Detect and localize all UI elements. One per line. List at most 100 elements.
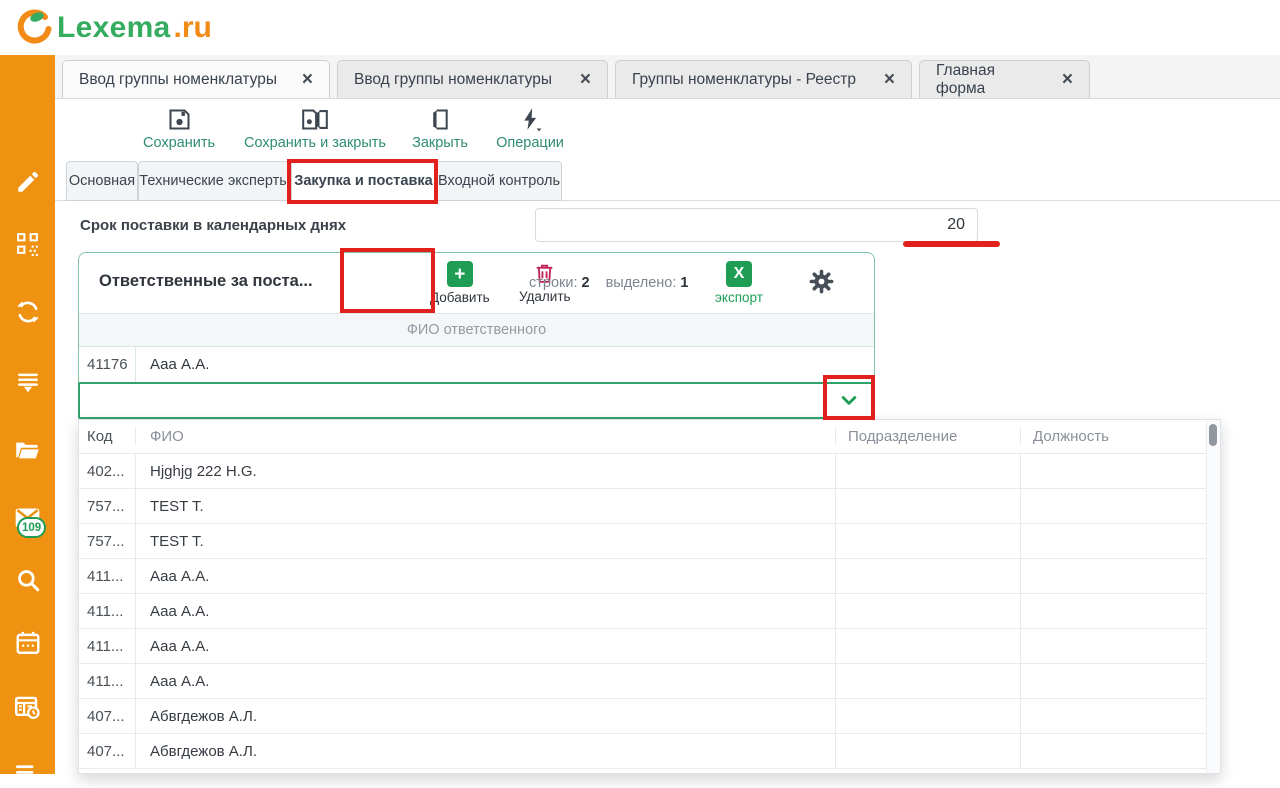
brand-name: Lexema (57, 11, 171, 45)
close-icon[interactable]: × (884, 70, 895, 89)
brand-suffix: .ru (174, 11, 212, 45)
cell-name: Hjghjg 222 H.G. (136, 454, 836, 488)
plus-icon: + (447, 261, 473, 287)
save-and-close-label: Сохранить и закрыть (244, 135, 386, 151)
sidebar-item-report[interactable] (0, 692, 55, 722)
lexema-logo-icon (12, 8, 54, 48)
grid-column-header[interactable]: ФИО ответственного (79, 313, 874, 346)
new-responsible-input[interactable] (84, 386, 824, 415)
close-icon[interactable]: × (302, 70, 313, 89)
lookup-table-header: Код ФИО Подразделение Должность (79, 420, 1206, 454)
excel-export-button[interactable]: X экспорт (715, 261, 763, 305)
close-icon[interactable]: × (1062, 70, 1073, 89)
dropdown-scrollbar[interactable] (1209, 424, 1217, 446)
save-button[interactable]: Сохранить (135, 106, 223, 151)
form-tabbar: Основная Технические эксперты Закупка и … (55, 160, 1280, 201)
tab-procurement[interactable]: Закупка и поставка (291, 161, 436, 201)
save-label: Сохранить (143, 135, 215, 151)
lookup-table: Код ФИО Подразделение Должность 402...Hj… (79, 420, 1206, 773)
cell-name: Абвгдежов А.Л. (136, 734, 836, 768)
column-header-code[interactable]: Код (79, 428, 136, 445)
dropdown-scrollbar-track[interactable] (1206, 420, 1220, 773)
window-tab-1[interactable]: Ввод группы номенклатуры × (62, 60, 330, 98)
table-row[interactable]: 402...Hjghjg 222 H.G. (79, 454, 1206, 489)
tab-technical-experts[interactable]: Технические эксперты (138, 161, 291, 201)
delivery-days-input[interactable] (535, 208, 978, 242)
cell-position (1021, 489, 1206, 523)
sidebar-item-mail[interactable]: 109 (0, 503, 55, 533)
window-tab-4[interactable]: Главная форма × (919, 60, 1090, 98)
open-lookup-button[interactable] (839, 390, 859, 413)
table-row[interactable]: 411...Ааа А.А. (79, 629, 1206, 664)
cell-code: 402... (79, 454, 136, 488)
close-label: Закрыть (412, 135, 468, 151)
cell-code: 407... (79, 734, 136, 768)
sidebar-item-refresh[interactable] (0, 297, 55, 327)
cell-code: 757... (79, 489, 136, 523)
delivery-days-label: Срок поставки в календарных днях (80, 217, 346, 234)
cell-code: 411... (79, 559, 136, 593)
operations-button[interactable]: Операции (488, 106, 572, 151)
close-form-button[interactable]: Закрыть (404, 106, 476, 151)
folder-open-icon (14, 437, 41, 464)
cell-name: Абвгдежов А.Л. (136, 699, 836, 733)
excel-icon: X (726, 261, 752, 287)
cell-division (836, 734, 1021, 768)
pencil-icon (15, 169, 41, 195)
column-header-division[interactable]: Подразделение (836, 428, 1021, 445)
app-header: Lexema.ru (0, 0, 1280, 55)
sidebar-item-edit[interactable] (0, 167, 55, 197)
sidebar-item-qr[interactable] (0, 228, 55, 258)
sidebar-item-calendar[interactable] (0, 628, 55, 658)
table-row[interactable]: 411...Ааа А.А. (79, 594, 1206, 629)
qr-code-icon (15, 231, 40, 256)
table-row[interactable]: 407...Абвгдежов А.Л. (79, 699, 1206, 734)
tasks-check-icon (14, 760, 41, 787)
sidebar-item-search[interactable] (0, 565, 55, 595)
add-row-button[interactable]: + Добавить (430, 261, 490, 305)
new-row-editor[interactable] (78, 382, 875, 419)
window-tab-label: Ввод группы номенклатуры (354, 71, 552, 89)
chevron-down-icon (839, 390, 859, 410)
cell-position (1021, 524, 1206, 558)
table-row[interactable]: 41176 Ааа А.А. (79, 346, 874, 382)
responsible-panel: Ответственные за поста... + Добавить Уда… (78, 252, 875, 419)
search-icon (15, 567, 41, 593)
refresh-icon (15, 299, 41, 325)
table-row[interactable]: 411...Ааа А.А. (79, 559, 1206, 594)
sidebar-item-tasks[interactable] (0, 758, 55, 788)
table-row[interactable]: 411...Ааа А.А. (79, 664, 1206, 699)
cell-position (1021, 594, 1206, 628)
table-row[interactable]: 757...TEST T. (79, 489, 1206, 524)
lookup-dropdown: Код ФИО Подразделение Должность 402...Hj… (78, 419, 1221, 774)
print-queue-icon (15, 370, 41, 396)
sidebar-item-folder[interactable] (0, 435, 55, 465)
save-and-close-icon (300, 106, 330, 133)
table-row[interactable]: 407...Абвгдежов А.Л. (79, 734, 1206, 769)
calendar-icon (15, 630, 41, 656)
cell-division (836, 594, 1021, 628)
door-close-icon (427, 106, 454, 133)
cell-name: TEST T. (136, 489, 836, 523)
mail-badge: 109 (17, 517, 46, 538)
tab-incoming-control[interactable]: Входной контроль (436, 161, 562, 201)
close-icon[interactable]: × (580, 70, 591, 89)
lexema-logo[interactable]: Lexema.ru (12, 8, 212, 48)
tab-main[interactable]: Основная (66, 161, 138, 201)
sidebar-item-print-queue[interactable] (0, 368, 55, 398)
column-header-name[interactable]: ФИО (136, 428, 836, 445)
grid-settings-button[interactable] (808, 268, 835, 298)
cell-name: Ааа А.А. (136, 559, 836, 593)
window-tab-2[interactable]: Ввод группы номенклатуры × (337, 60, 608, 98)
lookup-table-body: 402...Hjghjg 222 H.G.757...TEST T.757...… (79, 454, 1206, 769)
cell-position (1021, 734, 1206, 768)
table-row[interactable]: 757...TEST T. (79, 524, 1206, 559)
cell-division (836, 559, 1021, 593)
window-tab-3[interactable]: Группы номенклатуры - Реестр × (615, 60, 912, 98)
cell-division (836, 629, 1021, 663)
save-and-close-button[interactable]: Сохранить и закрыть (233, 106, 397, 151)
column-header-position[interactable]: Должность (1021, 428, 1206, 445)
panel-title: Ответственные за поста... (99, 272, 313, 291)
sidebar: 109 (0, 55, 55, 774)
window-tab-label: Ввод группы номенклатуры (79, 71, 277, 89)
